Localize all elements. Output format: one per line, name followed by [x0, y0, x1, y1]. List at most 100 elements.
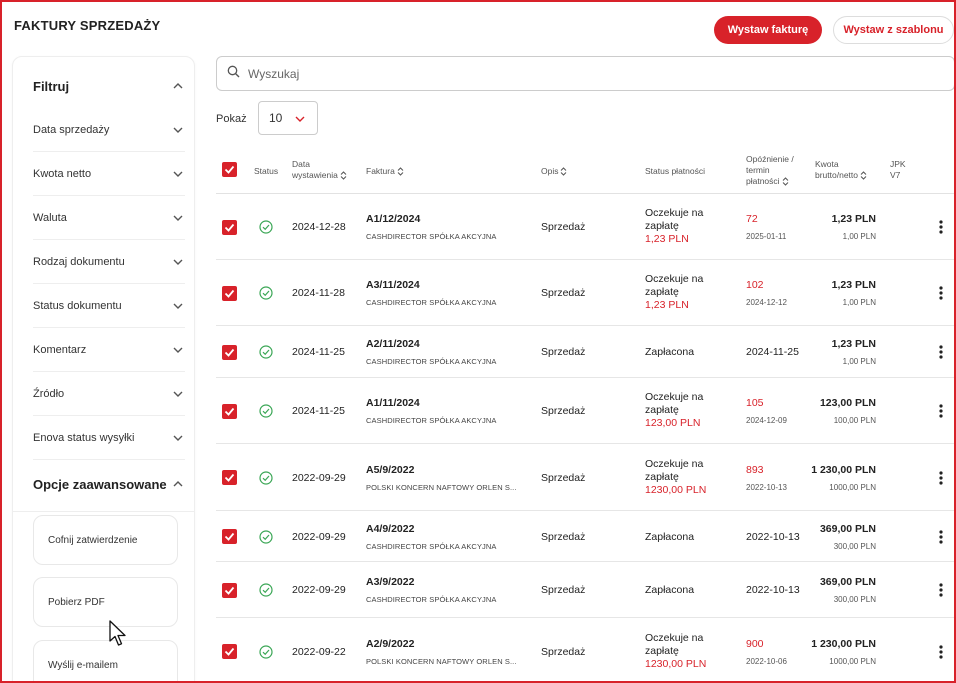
table-row[interactable]: 2022-09-29 A5/9/2022 POLSKI KONCERN NAFTOW… — [216, 444, 954, 511]
search-icon — [227, 65, 240, 83]
row-checkbox[interactable] — [222, 219, 237, 235]
company-name: CASHDIRECTOR SPÓŁKA AKCYJNA — [366, 357, 497, 366]
header-issue-date[interactable]: Data wystawienia — [292, 159, 347, 181]
filter-zrod-o[interactable]: Źródło — [33, 372, 185, 416]
invoice-cell[interactable]: A2/9/2022 POLSKI KONCERN NAFTOWY ORLEN S.… — [366, 638, 517, 668]
filter-label: Data sprzedaży — [33, 123, 110, 136]
table-row[interactable]: 2022-09-29 A4/9/2022 CASHDIRECTOR SPÓŁKA A… — [216, 511, 954, 562]
filter-label: Komentarz — [33, 343, 87, 356]
row-checkbox[interactable] — [222, 529, 237, 544]
header-delay[interactable]: Opóźnienie / termin płatności — [746, 154, 794, 187]
gross-amount: 1,23 PLN — [831, 338, 876, 350]
filter-status-dokumentu[interactable]: Status dokumentu — [33, 284, 185, 328]
issue-date: 2024-11-25 — [292, 405, 345, 417]
amount-cell: 1,23 PLN 1,00 PLN — [806, 338, 876, 368]
row-checkbox[interactable] — [222, 403, 237, 419]
row-checkbox[interactable] — [222, 285, 237, 301]
header-description[interactable]: Opis — [541, 166, 567, 177]
net-amount: 1,00 PLN — [842, 298, 876, 307]
filter-komentarz[interactable]: Komentarz — [33, 328, 185, 372]
delay-days: 900 — [746, 637, 764, 650]
filter-enova-status-wysy-ki[interactable]: Enova status wysyłki — [33, 416, 185, 460]
page-size-label: Pokaż — [216, 113, 247, 125]
payment-amount: 1,23 PLN — [645, 299, 689, 311]
issue-invoice-button[interactable]: Wystaw fakturę — [714, 16, 822, 44]
amount-cell: 1 230,00 PLN 1000,00 PLN — [806, 638, 876, 668]
page-title: FAKTURY SPRZEDAŻY — [14, 18, 161, 33]
more-options-icon[interactable] — [938, 644, 944, 659]
filter-header[interactable]: Filtruj — [33, 76, 185, 96]
filter-label: Enova status wysyłki — [33, 431, 135, 444]
company-name: CASHDIRECTOR SPÓŁKA AKCYJNA — [366, 416, 497, 425]
description: Sprzedaż — [541, 346, 586, 358]
app-frame: FAKTURY SPRZEDAŻY Wystaw fakturę Wystaw … — [0, 0, 956, 683]
sort-icon — [560, 167, 567, 176]
action-wyslij-e-mailem-button[interactable]: Wyślij e-mailem — [33, 640, 178, 681]
row-checkbox[interactable] — [222, 344, 237, 360]
sort-icon — [860, 171, 867, 180]
table-row[interactable]: 2022-09-22 A2/9/2022 POLSKI KONCERN NAFTOW… — [216, 618, 954, 681]
invoice-cell[interactable]: A5/9/2022 POLSKI KONCERN NAFTOWY ORLEN S.… — [366, 464, 517, 494]
filter-rodzaj-dokumentu[interactable]: Rodzaj dokumentu — [33, 240, 185, 284]
net-amount: 1000,00 PLN — [829, 482, 876, 492]
company-name: POLSKI KONCERN NAFTOWY ORLEN S... — [366, 656, 517, 666]
payment-status: Zapłacona — [645, 530, 695, 543]
invoice-cell[interactable]: A1/12/2024 CASHDIRECTOR SPÓŁKA AKCYJNA — [366, 213, 497, 243]
page-size-select[interactable]: 10 — [258, 101, 318, 135]
gross-amount: 369,00 PLN — [819, 522, 876, 535]
more-options-icon[interactable] — [938, 470, 944, 485]
search-box[interactable] — [216, 56, 954, 91]
net-amount: 300,00 PLN — [833, 595, 876, 604]
header-status: Status — [254, 166, 279, 176]
table-row[interactable]: 2022-09-29 A3/9/2022 CASHDIRECTOR SPÓŁKA A… — [216, 562, 954, 618]
filter-label: Kwota netto — [33, 167, 92, 180]
action-cofnij-zatwierdzenie-button[interactable]: Cofnij zatwierdzenie — [33, 515, 178, 565]
more-options-icon[interactable] — [938, 220, 944, 234]
chevron-down-icon — [293, 112, 307, 126]
table-row[interactable]: 2024-11-25 A1/11/2024 CASHDIRECTOR SPÓŁKA … — [216, 378, 954, 444]
payment-amount: 123,00 PLN — [645, 417, 701, 429]
description: Sprzedaż — [541, 287, 586, 299]
table-row[interactable]: 2024-11-25 A2/11/2024 CASHDIRECTOR SPÓŁKA … — [216, 326, 954, 378]
table-row[interactable]: 2024-11-28 A3/11/2024 CASHDIRECTOR SPÓŁKA … — [216, 260, 954, 326]
more-options-icon[interactable] — [938, 583, 944, 597]
payment-status: Zapłacona — [645, 346, 695, 358]
table-row[interactable]: 2024-12-28 A1/12/2024 CASHDIRECTOR SPÓŁKA … — [216, 194, 954, 260]
more-options-icon[interactable] — [938, 529, 944, 544]
invoice-cell[interactable]: A1/11/2024 CASHDIRECTOR SPÓŁKA AKCYJNA — [366, 397, 497, 427]
advanced-options-title: Opcje zaawansowane — [33, 476, 167, 492]
filter-data-sprzedazy[interactable]: Data sprzedaży — [33, 108, 185, 152]
amount-cell: 123,00 PLN 100,00 PLN — [806, 397, 876, 427]
page-size-value: 10 — [269, 111, 283, 125]
invoice-cell[interactable]: A3/11/2024 CASHDIRECTOR SPÓŁKA AKCYJNA — [366, 279, 497, 309]
filter-waluta[interactable]: Waluta — [33, 196, 185, 240]
more-options-icon[interactable] — [938, 404, 944, 418]
select-all-checkbox[interactable] — [222, 162, 237, 177]
filter-kwota-netto[interactable]: Kwota netto — [33, 152, 185, 196]
row-checkbox[interactable] — [222, 470, 237, 485]
sort-icon — [397, 167, 404, 176]
issue-date: 2022-09-29 — [292, 530, 346, 543]
more-options-icon[interactable] — [938, 286, 944, 300]
row-checkbox[interactable] — [222, 582, 237, 598]
gross-amount: 1 230,00 PLN — [811, 637, 876, 650]
action-pobierz-pdf-button[interactable]: Pobierz PDF — [33, 577, 178, 627]
amount-cell: 1 230,00 PLN 1000,00 PLN — [806, 464, 876, 494]
more-options-icon[interactable] — [938, 345, 944, 359]
amount-cell: 369,00 PLN 300,00 PLN — [806, 523, 876, 553]
invoice-cell[interactable]: A3/9/2022 CASHDIRECTOR SPÓŁKA AKCYJNA — [366, 576, 497, 606]
search-input[interactable] — [248, 66, 848, 81]
chevron-down-icon — [171, 167, 185, 181]
invoice-cell[interactable]: A4/9/2022 CASHDIRECTOR SPÓŁKA AKCYJNA — [366, 523, 497, 553]
payment-delay: 72 2025-01-11 — [746, 213, 786, 243]
invoice-cell[interactable]: A2/11/2024 CASHDIRECTOR SPÓŁKA AKCYJNA — [366, 338, 497, 368]
invoice-number: A2/9/2022 — [366, 637, 415, 650]
status-ok-icon — [259, 345, 273, 359]
issue-from-template-button[interactable]: Wystaw z szablonu — [833, 16, 954, 44]
description: Sprzedaż — [541, 471, 586, 484]
row-checkbox[interactable] — [222, 644, 237, 659]
header-invoice[interactable]: Faktura — [366, 166, 404, 177]
header-jpk: JPK V7 — [890, 159, 906, 180]
header-amount[interactable]: Kwota brutto/netto — [815, 159, 867, 181]
advanced-options-header[interactable]: Opcje zaawansowane — [33, 474, 185, 494]
